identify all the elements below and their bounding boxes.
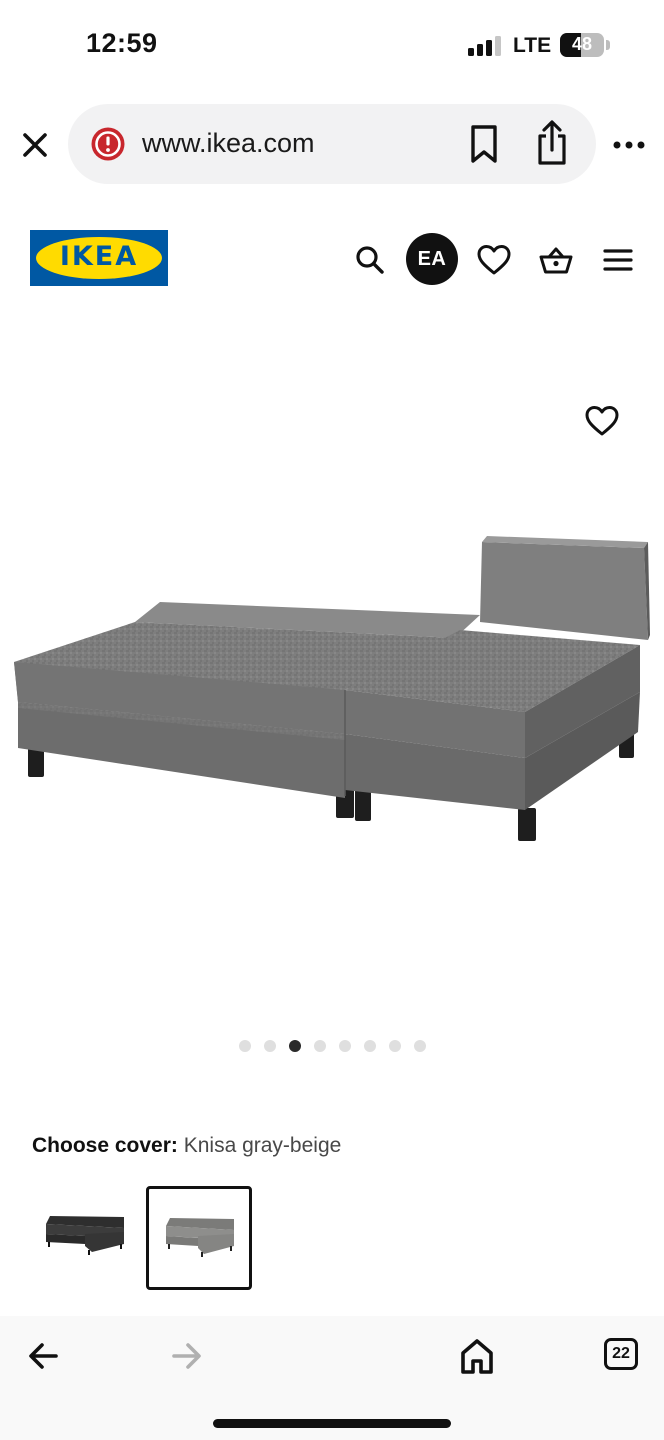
basket-icon[interactable] — [538, 242, 574, 278]
account-avatar[interactable]: EA — [406, 233, 458, 285]
more-icon[interactable] — [608, 130, 650, 160]
url-text[interactable]: www.ikea.com — [142, 128, 315, 159]
status-bar: 12:59 LTE 48 — [0, 0, 664, 92]
site-alert-icon[interactable] — [90, 126, 126, 162]
browser-toolbar: www.ikea.com — [0, 92, 664, 198]
carousel-dot[interactable] — [264, 1040, 276, 1052]
site-header: IKEA EA — [0, 216, 664, 306]
tabs-icon[interactable]: 22 — [604, 1338, 638, 1370]
menu-icon[interactable] — [600, 242, 636, 278]
browser-bottom-nav: 22 — [0, 1316, 664, 1440]
battery-icon: 48 — [560, 33, 604, 57]
status-time: 12:59 — [86, 28, 158, 58]
share-icon[interactable] — [532, 120, 572, 166]
network-type: LTE — [513, 34, 552, 57]
forward-arrow-icon[interactable] — [166, 1336, 206, 1376]
carousel-dot[interactable] — [339, 1040, 351, 1052]
bookmark-icon[interactable] — [466, 124, 502, 164]
carousel-dot-active[interactable] — [289, 1040, 301, 1052]
heart-icon[interactable] — [476, 242, 512, 278]
carousel-dots — [239, 1040, 426, 1054]
cover-option-dark-gray[interactable] — [30, 1186, 136, 1290]
close-icon — [23, 133, 47, 157]
cover-selected-value: Knisa gray-beige — [183, 1134, 342, 1157]
cover-option-gray-beige[interactable] — [146, 1186, 252, 1290]
home-indicator[interactable] — [213, 1419, 451, 1428]
battery-nub — [606, 40, 610, 50]
product-image — [14, 536, 650, 841]
signal-icon — [468, 36, 502, 56]
product-image-carousel[interactable] — [0, 330, 664, 1030]
carousel-dot[interactable] — [314, 1040, 326, 1052]
swatch-thumbnail — [46, 1216, 124, 1255]
cover-label-title: Choose cover: — [32, 1134, 178, 1157]
battery-percent: 48 — [571, 34, 593, 54]
favorite-icon[interactable] — [584, 404, 620, 438]
carousel-dot[interactable] — [414, 1040, 426, 1052]
address-bar[interactable]: www.ikea.com — [68, 104, 596, 184]
swatch-thumbnail — [166, 1218, 234, 1257]
logo-text: IKEA — [59, 241, 139, 272]
cover-label: Choose cover: Knisa gray-beige — [32, 1134, 341, 1158]
search-icon[interactable] — [352, 242, 388, 278]
home-icon[interactable] — [457, 1336, 497, 1376]
carousel-dot[interactable] — [389, 1040, 401, 1052]
ikea-logo[interactable]: IKEA — [30, 230, 168, 286]
carousel-dot[interactable] — [239, 1040, 251, 1052]
carousel-dot[interactable] — [364, 1040, 376, 1052]
close-button[interactable] — [18, 128, 52, 162]
back-arrow-icon[interactable] — [24, 1336, 64, 1376]
